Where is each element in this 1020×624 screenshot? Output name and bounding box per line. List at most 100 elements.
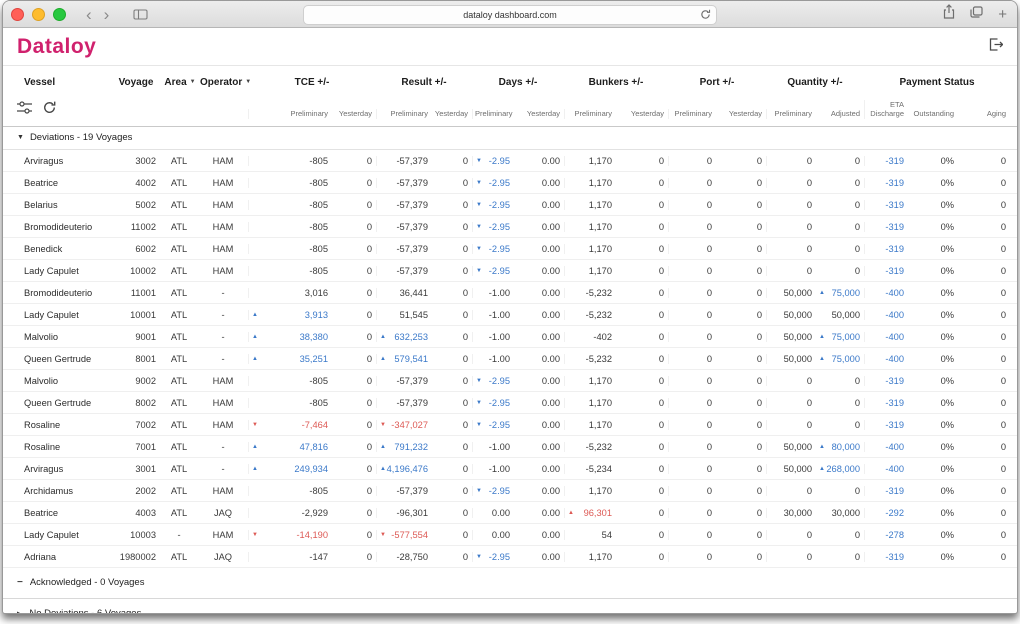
- quantity-preliminary: 0: [766, 530, 816, 540]
- voyage-number: 11002: [112, 222, 160, 232]
- vessel-name: Arviragus: [16, 156, 112, 166]
- operator-value: HAM: [200, 244, 248, 254]
- result-yesterday: 0: [432, 222, 472, 232]
- quantity-adjusted: ▲75,000: [816, 354, 864, 364]
- eta-discharge: -319: [864, 244, 908, 254]
- outstanding: 0%: [908, 486, 958, 496]
- result-yesterday: 0: [432, 376, 472, 386]
- logout-icon[interactable]: [989, 38, 1003, 56]
- eta-discharge: -400: [864, 464, 908, 474]
- vessel-name: Malvolio: [16, 376, 112, 386]
- table-row[interactable]: Bromodideuterio11001ATL-3,016036,4410-1.…: [3, 282, 1017, 304]
- result-preliminary: -57,379: [376, 376, 432, 386]
- reload-icon[interactable]: [700, 9, 711, 20]
- operator-value: HAM: [200, 376, 248, 386]
- table-row[interactable]: Arviragus3002ATLHAM-8050-57,3790▼-2.950.…: [3, 150, 1017, 172]
- filter-settings-icon[interactable]: [17, 101, 32, 119]
- table-row[interactable]: Rosaline7002ATLHAM▼-7,4640▼-347,0270▼-2.…: [3, 414, 1017, 436]
- table-row[interactable]: Malvolio9002ATLHAM-8050-57,3790▼-2.950.0…: [3, 370, 1017, 392]
- table-row[interactable]: Bromodideuterio11002ATLHAM-8050-57,3790▼…: [3, 216, 1017, 238]
- tce-preliminary: ▲47,816: [248, 442, 332, 452]
- vessel-name: Queen Gertrude: [16, 354, 112, 364]
- bunkers-preliminary: -402: [564, 332, 616, 342]
- tce-preliminary: ▼-7,464: [248, 420, 332, 430]
- area-value: ATL: [160, 486, 200, 496]
- table-row[interactable]: Lady Capulet10001ATL-▲3,913051,5450-1.00…: [3, 304, 1017, 326]
- table-row[interactable]: Adriana1980002ATLJAQ-1470-28,7500▼-2.950…: [3, 546, 1017, 568]
- column-header-vessel[interactable]: Vessel: [16, 75, 112, 91]
- outstanding: 0%: [908, 178, 958, 188]
- result-preliminary: -28,750: [376, 552, 432, 562]
- column-header-voyage[interactable]: Voyage: [112, 75, 160, 91]
- column-header-payment-status[interactable]: Payment Status: [864, 75, 1010, 91]
- change-down-icon: ▼: [476, 202, 482, 208]
- table-row[interactable]: Lady Capulet10003-HAM▼-14,1900▼-577,5540…: [3, 524, 1017, 546]
- table-row[interactable]: Malvolio9001ATL-▲38,3800▲632,2530-1.000.…: [3, 326, 1017, 348]
- aging: 0: [958, 178, 1010, 188]
- bunkers-yesterday: 0: [616, 398, 668, 408]
- table-row[interactable]: Arviragus3001ATL-▲249,9340▲4,196,4760-1.…: [3, 458, 1017, 480]
- column-header-operator[interactable]: Operator▼: [200, 75, 248, 91]
- outstanding: 0%: [908, 464, 958, 474]
- table-row[interactable]: Queen Gertrude8001ATL-▲35,2510▲579,5410-…: [3, 348, 1017, 370]
- table-row[interactable]: Rosaline7001ATL-▲47,8160▲791,2320-1.000.…: [3, 436, 1017, 458]
- table-row[interactable]: Archidamus2002ATLHAM-8050-57,3790▼-2.950…: [3, 480, 1017, 502]
- result-yesterday: 0: [432, 156, 472, 166]
- address-bar[interactable]: dataloy dashboard.com: [303, 5, 717, 25]
- table-row[interactable]: Beatrice4003ATLJAQ-2,9290-96,30100.000.0…: [3, 502, 1017, 524]
- group-row-acknowledged[interactable]: − Acknowledged - 0 Voyages: [3, 568, 1017, 599]
- bunkers-yesterday: 0: [616, 222, 668, 232]
- column-header-result[interactable]: Result +/-: [376, 75, 472, 91]
- column-header-quantity[interactable]: Quantity +/-: [766, 75, 864, 91]
- close-window-button[interactable]: [11, 8, 24, 21]
- aging: 0: [958, 310, 1010, 320]
- port-yesterday: 0: [716, 288, 766, 298]
- column-header-tce[interactable]: TCE +/-: [248, 75, 376, 91]
- bunkers-preliminary: 1,170: [564, 376, 616, 386]
- column-header-bunkers[interactable]: Bunkers +/-: [564, 75, 668, 91]
- bunkers-preliminary: -5,232: [564, 354, 616, 364]
- browser-window: ‹ › dataloy dashboard.com: [2, 0, 1018, 614]
- port-yesterday: 0: [716, 332, 766, 342]
- change-down-icon: ▼: [476, 158, 482, 164]
- operator-value: HAM: [200, 222, 248, 232]
- change-up-icon: ▲: [819, 334, 825, 340]
- refresh-icon[interactable]: [43, 101, 56, 119]
- new-tab-icon[interactable]: +: [998, 7, 1007, 22]
- quantity-preliminary: 0: [766, 266, 816, 276]
- change-down-icon: ▼: [380, 532, 386, 538]
- days-yesterday: 0.00: [514, 354, 564, 364]
- table-row[interactable]: Lady Capulet10002ATLHAM-8050-57,3790▼-2.…: [3, 260, 1017, 282]
- back-button[interactable]: ‹: [80, 6, 98, 23]
- zoom-window-button[interactable]: [53, 8, 66, 21]
- table-row[interactable]: Belarius5002ATLHAM-8050-57,3790▼-2.950.0…: [3, 194, 1017, 216]
- port-preliminary: 0: [668, 222, 716, 232]
- port-yesterday: 0: [716, 376, 766, 386]
- voyage-number: 3002: [112, 156, 160, 166]
- sidebar-icon[interactable]: [133, 9, 148, 20]
- forward-button[interactable]: ›: [98, 6, 116, 23]
- column-header-area[interactable]: Area▼: [160, 75, 200, 91]
- share-icon[interactable]: [943, 4, 955, 24]
- group-row-no-deviations[interactable]: ▶ No Deviations - 6 Voyages: [3, 599, 1017, 614]
- outstanding: 0%: [908, 156, 958, 166]
- outstanding: 0%: [908, 420, 958, 430]
- eta-discharge: -319: [864, 222, 908, 232]
- vessel-name: Bromodideuterio: [16, 222, 112, 232]
- bunkers-yesterday: 0: [616, 442, 668, 452]
- voyage-number: 6002: [112, 244, 160, 254]
- group-label: Acknowledged - 0 Voyages: [30, 577, 145, 588]
- table-row[interactable]: Benedick6002ATLHAM-8050-57,3790▼-2.950.0…: [3, 238, 1017, 260]
- tab-overview-icon[interactable]: [970, 5, 983, 23]
- group-row-deviations[interactable]: ▼ Deviations - 19 Voyages: [3, 127, 1017, 150]
- operator-value: -: [200, 464, 248, 474]
- column-header-port[interactable]: Port +/-: [668, 75, 766, 91]
- change-down-icon: ▼: [476, 246, 482, 252]
- table-row[interactable]: Queen Gertrude8002ATLHAM-8050-57,3790▼-2…: [3, 392, 1017, 414]
- minimize-window-button[interactable]: [32, 8, 45, 21]
- table-row[interactable]: Beatrice4002ATLHAM-8050-57,3790▼-2.950.0…: [3, 172, 1017, 194]
- column-header-days[interactable]: Days +/-: [472, 75, 564, 91]
- quantity-adjusted: ▲75,000: [816, 332, 864, 342]
- change-up-icon: ▲: [819, 444, 825, 450]
- filter-icon[interactable]: ▼: [190, 79, 196, 85]
